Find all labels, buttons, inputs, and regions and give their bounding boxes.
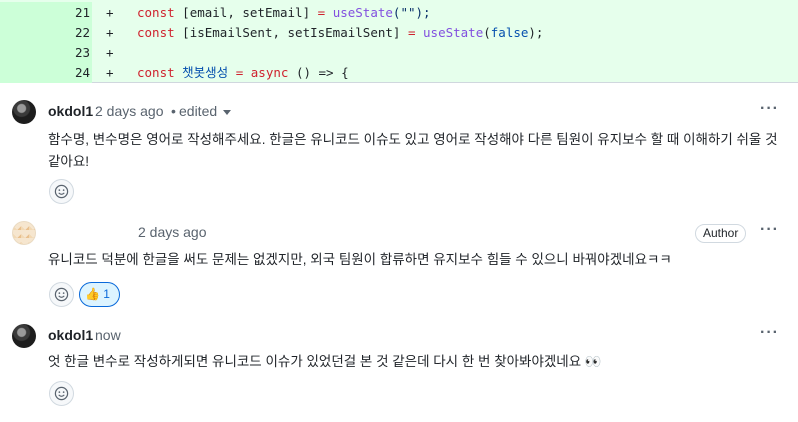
line-number[interactable]: 21 — [0, 2, 92, 23]
thumbs-up-icon: 👍 — [85, 287, 100, 301]
add-reaction-button[interactable] — [49, 381, 74, 406]
author-badge: Author — [695, 224, 747, 243]
reaction-count: 1 — [103, 287, 110, 301]
smiley-icon — [54, 386, 69, 401]
code-line: const [email, setEmail] = useState(""); — [137, 5, 431, 20]
code-line: const 챗봇생성 = async () => { — [137, 65, 349, 80]
comment-body: 엇 한글 변수로 작성하게되면 유니코드 이슈가 있었던걸 본 것 같은데 다시… — [48, 354, 602, 369]
add-reaction-button[interactable] — [49, 179, 74, 204]
comment-timestamp[interactable]: 2 days ago — [95, 103, 164, 119]
comment-author[interactable]: okdol1 — [48, 103, 93, 119]
comment-timestamp[interactable]: now — [95, 327, 121, 343]
added-sign: + — [106, 5, 114, 20]
line-number[interactable]: 22 — [0, 22, 92, 43]
review-comment: 2 days ago Author ··· 유니코드 덕분에 한글을 써도 문제… — [0, 208, 798, 313]
diff-line-24: 24 + const 챗봇생성 = async () => { — [0, 62, 798, 83]
added-sign: + — [106, 25, 114, 40]
avatar[interactable] — [12, 221, 36, 245]
code-line: const [isEmailSent, setIsEmailSent] = us… — [137, 25, 544, 40]
comment-options-button[interactable]: ··· — [760, 221, 779, 239]
line-number[interactable]: 23 — [0, 42, 92, 63]
smiley-icon — [54, 184, 69, 199]
diff-line-23: 23 + — [0, 42, 798, 63]
add-reaction-button[interactable] — [49, 282, 74, 307]
avatar[interactable] — [12, 100, 36, 124]
diff-line-21: 21 + const [email, setEmail] = useState(… — [0, 2, 798, 23]
added-sign: + — [106, 45, 114, 60]
meta-separator: • — [171, 103, 176, 119]
avatar[interactable] — [12, 324, 36, 348]
diff-line-22: 22 + const [isEmailSent, setIsEmailSent]… — [0, 22, 798, 43]
comment-options-button[interactable]: ··· — [760, 100, 779, 118]
thumbs-up-reaction[interactable]: 👍 1 — [79, 282, 120, 307]
edited-dropdown[interactable]: edited — [179, 103, 232, 119]
comment-body: 함수명, 변수명은 영어로 작성해주세요. 한글은 유니코드 이슈도 있고 영어… — [48, 132, 778, 169]
line-number[interactable]: 24 — [0, 62, 92, 83]
comment-options-button[interactable]: ··· — [760, 324, 779, 342]
comment-timestamp[interactable]: 2 days ago — [138, 224, 207, 240]
diff-snippet: 21 + const [email, setEmail] = useState(… — [0, 0, 798, 83]
caret-down-icon — [223, 109, 232, 115]
comment-author[interactable]: okdol1 — [48, 327, 93, 343]
added-sign: + — [106, 65, 114, 80]
review-comment: okdol1 now ··· 엇 한글 변수로 작성하게되면 유니코드 이슈가 … — [0, 313, 798, 422]
smiley-icon — [54, 287, 69, 302]
review-comment: okdol1 2 days ago • edited ··· 함수명, 변수명은… — [0, 83, 798, 204]
comment-body: 유니코드 덕분에 한글을 써도 문제는 없겠지만, 외국 팀원이 합류하면 유지… — [48, 252, 672, 267]
edited-label: edited — [179, 103, 218, 119]
